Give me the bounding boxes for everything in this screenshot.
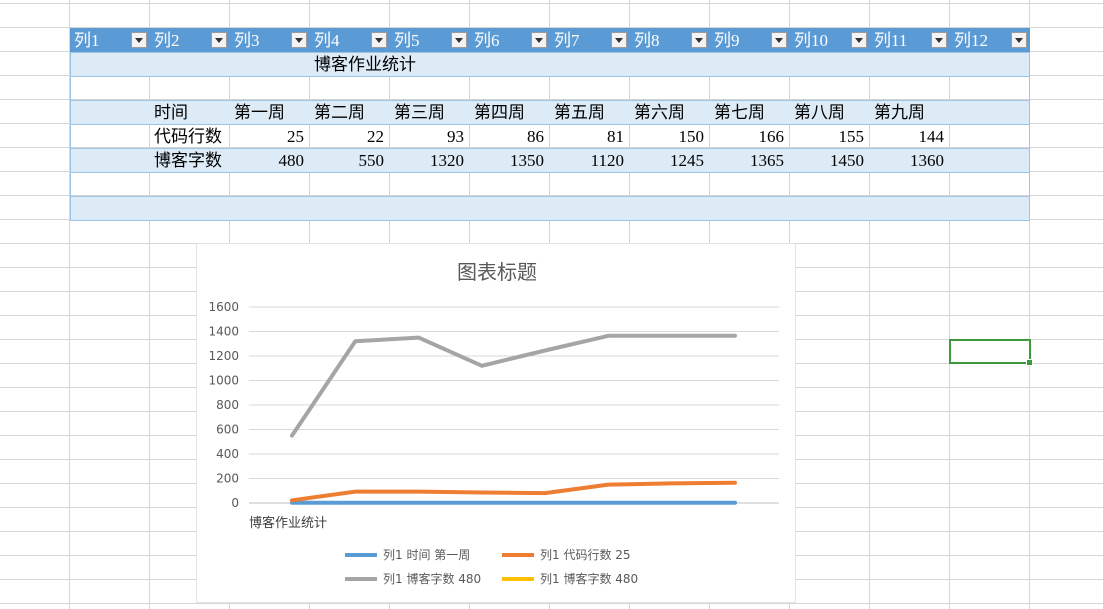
value-cell[interactable]: 550: [310, 148, 387, 172]
filter-dropdown-icon[interactable]: [211, 32, 227, 48]
legend-label: 列1 代码行数 25: [540, 548, 631, 562]
table-row-border: [70, 172, 1030, 173]
legend-swatch: [345, 553, 377, 557]
blog-words-label[interactable]: 博客字数: [150, 148, 222, 172]
y-tick-label: 1000: [208, 374, 239, 388]
chart-plot-area[interactable]: 0 200 400 600 800 1000 1200 1400 1600: [197, 244, 797, 604]
y-tick-label: 200: [216, 472, 239, 486]
y-tick-label: 400: [216, 447, 239, 461]
legend-swatch: [502, 553, 534, 557]
series-line[interactable]: [290, 333, 737, 438]
y-tick-label: 600: [216, 423, 239, 437]
value-cell[interactable]: 1120: [550, 148, 627, 172]
header-label: 列1: [74, 31, 100, 50]
legend-swatch: [502, 577, 534, 581]
header-label: 列9: [714, 31, 740, 50]
y-tick-label: 1600: [208, 300, 239, 314]
legend-label: 列1 博客字数 480: [383, 572, 482, 586]
y-tick-label: 800: [216, 398, 239, 412]
grid-column-line: [869, 0, 870, 609]
value-cell[interactable]: 150: [630, 124, 707, 148]
value-cell[interactable]: 1245: [630, 148, 707, 172]
header-label: 列5: [394, 31, 420, 50]
filter-dropdown-icon[interactable]: [691, 32, 707, 48]
y-tick-label: 0: [231, 496, 239, 510]
spreadsheet-grid[interactable]: 列1 列2 列3 列4 列5 列6 列7 列8 列9 列10 列11 列12 博客作业统计 时间 第一周 第二…: [0, 0, 1103, 609]
filter-dropdown-icon[interactable]: [771, 32, 787, 48]
header-label: 列6: [474, 31, 500, 50]
week-header-cell[interactable]: 第一周: [230, 100, 285, 124]
header-label: 列8: [634, 31, 660, 50]
value-cell[interactable]: 86: [470, 124, 547, 148]
value-cell[interactable]: 81: [550, 124, 627, 148]
filter-dropdown-icon[interactable]: [451, 32, 467, 48]
week-header-cell[interactable]: 第九周: [870, 100, 925, 124]
week-header-cell[interactable]: 第七周: [710, 100, 765, 124]
value-cell[interactable]: 1365: [710, 148, 787, 172]
filter-dropdown-icon[interactable]: [1011, 32, 1027, 48]
value-cell[interactable]: 1450: [790, 148, 867, 172]
table-row-border: [70, 196, 1030, 197]
table-band-row: [70, 196, 1030, 220]
week-header-cell[interactable]: 第五周: [550, 100, 605, 124]
filter-dropdown-icon[interactable]: [931, 32, 947, 48]
filter-dropdown-icon[interactable]: [371, 32, 387, 48]
x-axis-category-label: 博客作业统计: [249, 516, 328, 531]
time-label-cell[interactable]: 时间: [150, 100, 188, 124]
table-band-row: [70, 52, 1030, 76]
value-cell[interactable]: 144: [870, 124, 947, 148]
week-header-cell[interactable]: 第八周: [790, 100, 845, 124]
value-cell[interactable]: 1350: [470, 148, 547, 172]
header-label: 列3: [234, 31, 260, 50]
legend-label: 列1 时间 第一周: [383, 548, 471, 562]
grid-row-line: [0, 3, 1103, 4]
week-header-cell[interactable]: 第四周: [470, 100, 525, 124]
header-label: 列12: [954, 31, 988, 50]
legend-label: 列1 博客字数 480: [540, 572, 639, 586]
selected-cell[interactable]: [949, 339, 1033, 366]
series-line[interactable]: [290, 480, 737, 503]
header-label: 列7: [554, 31, 580, 50]
header-label: 列10: [794, 31, 828, 50]
y-tick-label: 1400: [208, 325, 239, 339]
value-cell[interactable]: 155: [790, 124, 867, 148]
header-label: 列2: [154, 31, 180, 50]
value-cell[interactable]: 1360: [870, 148, 947, 172]
week-header-cell[interactable]: 第六周: [630, 100, 685, 124]
value-cell[interactable]: 93: [390, 124, 467, 148]
week-header-cell[interactable]: 第二周: [310, 100, 365, 124]
grid-column-line: [149, 0, 150, 609]
table-side-border: [70, 28, 71, 220]
value-cell[interactable]: 22: [310, 124, 387, 148]
value-cell[interactable]: 166: [710, 124, 787, 148]
filter-dropdown-icon[interactable]: [851, 32, 867, 48]
header-label: 列4: [314, 31, 340, 50]
code-lines-label[interactable]: 代码行数: [150, 124, 222, 148]
table-side-border: [1029, 28, 1030, 220]
table-row-border: [70, 220, 1030, 221]
value-cell[interactable]: 25: [230, 124, 307, 148]
value-cell[interactable]: 480: [230, 148, 307, 172]
filter-dropdown-icon[interactable]: [131, 32, 147, 48]
filter-dropdown-icon[interactable]: [531, 32, 547, 48]
title-cell[interactable]: 博客作业统计: [310, 52, 416, 76]
table-row-border: [70, 76, 1030, 77]
legend-swatch: [345, 577, 377, 581]
week-header-cell[interactable]: 第三周: [390, 100, 445, 124]
filter-dropdown-icon[interactable]: [291, 32, 307, 48]
line-chart[interactable]: 图表标题 0 200 400 600 800 1000 1200 1400 1600 博客作业统…: [196, 243, 796, 603]
grid-column-line: [949, 0, 950, 609]
y-tick-label: 1200: [208, 349, 239, 363]
header-label: 列11: [874, 31, 908, 50]
value-cell[interactable]: 1320: [390, 148, 467, 172]
filter-dropdown-icon[interactable]: [611, 32, 627, 48]
